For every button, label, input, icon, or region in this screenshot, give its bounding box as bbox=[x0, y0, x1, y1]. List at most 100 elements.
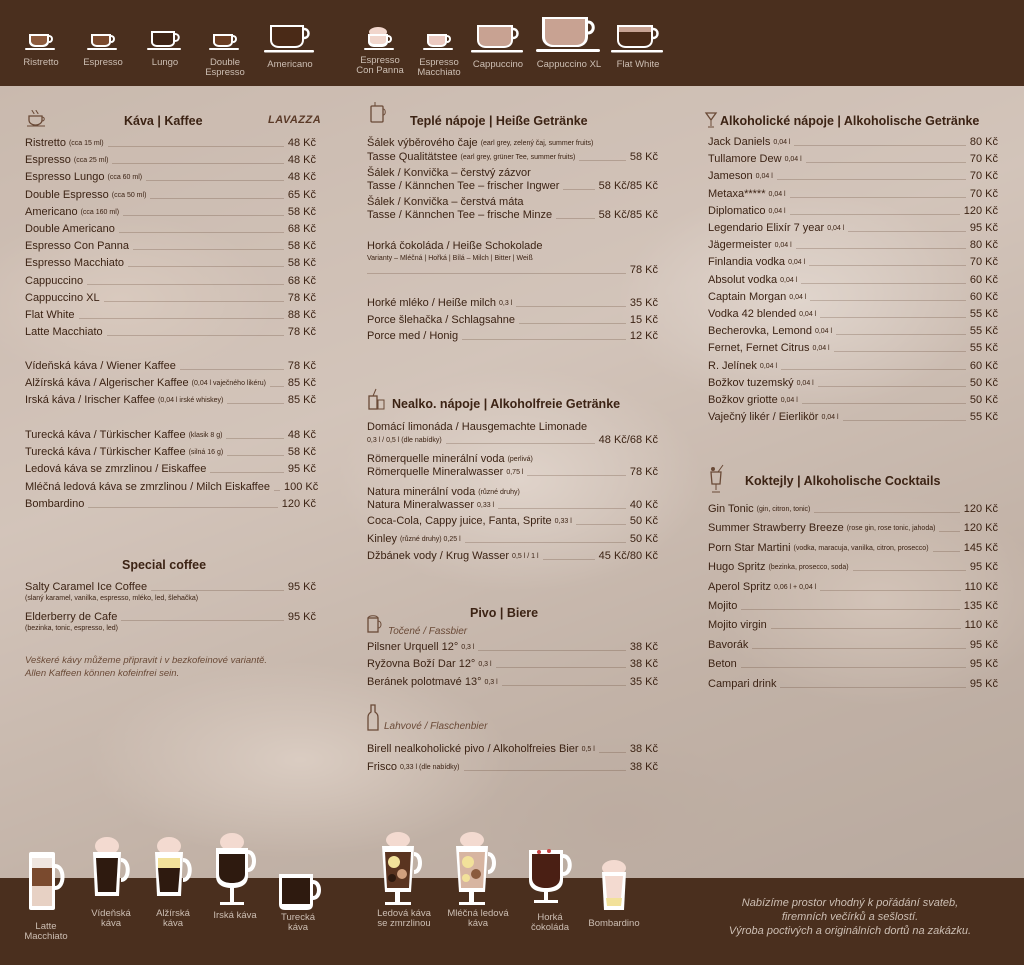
item-price: 120 Kč bbox=[963, 503, 998, 515]
bottle-label: Lahvové / Flaschenbier bbox=[384, 721, 488, 732]
item-note: 0,3 l / 0,5 l (dle nabídky) bbox=[367, 437, 442, 444]
beer-title: Pivo | Biere bbox=[470, 606, 539, 620]
list-item: Coca-Cola, Cappy juice, Fanta, Sprite 0,3… bbox=[367, 515, 658, 528]
list-item: Alžírská káva / Algerischer Kaffee (0,04 … bbox=[25, 377, 316, 390]
lemonade-icon bbox=[366, 388, 386, 415]
item-price: 65 Kč bbox=[287, 188, 316, 201]
bombardino-glass-icon bbox=[602, 860, 626, 910]
item-note: 0,04 l bbox=[768, 207, 786, 215]
ristretto-cup-icon bbox=[25, 34, 55, 50]
item-price: 15 Kč bbox=[629, 313, 658, 326]
list-item: Metaxa***** 0,04 l 70 Kč bbox=[708, 188, 998, 201]
item-note: 0,04 l bbox=[789, 293, 807, 301]
list-item: Horké mléko / Heiße milch 0,3 l 35 Kč bbox=[367, 297, 658, 310]
item-name: Irská káva / Irischer Kaffee bbox=[25, 394, 156, 407]
list-item: Ristretto (cca 15 ml) 48 Kč bbox=[25, 137, 316, 150]
item-note: 0,04 l bbox=[812, 345, 830, 353]
item-price: 50 Kč bbox=[969, 394, 998, 406]
list-item: Turecká káva / Türkischer Kaffee (klasik … bbox=[25, 429, 316, 442]
item-price: 78 Kč bbox=[287, 360, 316, 372]
item-note: 0,04 l bbox=[796, 379, 814, 387]
glass-viennese-coffee: Vídeňská káva bbox=[86, 836, 136, 929]
item-price: 60 Kč bbox=[969, 359, 998, 372]
draft-label: Točené / Fassbier bbox=[388, 626, 468, 637]
cappuccino-xl-cup-icon bbox=[536, 17, 600, 52]
coffee-section-title: Káva | Kaffee bbox=[124, 114, 203, 128]
list-item: Horká čokoláda / Heiße Schokolade bbox=[367, 240, 658, 253]
item-name: Mojito virgin bbox=[708, 619, 767, 632]
hot-drinks-title: Teplé nápoje | Heiße Getränke bbox=[410, 114, 588, 128]
decaf-note-cz: Veškeré kávy můžeme připravit i v bezkof… bbox=[25, 655, 268, 666]
list-item: Legendario Elixír 7 year 0,04 l 95 Kč bbox=[708, 222, 998, 235]
list-item: Becherovka, Lemond 0,04 l 55 Kč bbox=[708, 325, 998, 338]
cup-label: Espresso Con Panna bbox=[356, 55, 404, 76]
events-note-line: firemních večírků a sešlostí. bbox=[781, 911, 919, 923]
cup-label: Flat White bbox=[616, 59, 660, 70]
list-item: Salty Caramel Ice Coffee 95 Kč bbox=[25, 581, 316, 594]
alcohol-title: Alkoholické nápoje | Alkoholische Geträn… bbox=[720, 114, 980, 128]
item-note: 0,04 l bbox=[780, 276, 798, 284]
list-item: Cappuccino 68 Kč bbox=[25, 275, 316, 288]
cup-label: Double Espresso bbox=[205, 57, 245, 78]
events-note-line: Výroba poctivých a originálních dortů na… bbox=[728, 925, 972, 937]
item-price: 50 Kč bbox=[629, 515, 658, 527]
item-price: 48 Kč bbox=[287, 137, 316, 149]
list-item: Tullamore Dew 0,04 l 70 Kč bbox=[708, 153, 998, 166]
list-item: Absolut vodka 0,04 l 60 Kč bbox=[708, 274, 998, 287]
list-item: Cappuccino XL 78 Kč bbox=[25, 292, 316, 305]
item-note: 0,04 l bbox=[784, 156, 802, 164]
list-item: Vodka 42 blended 0,04 l 55 Kč bbox=[708, 308, 998, 321]
item-price: 88 Kč bbox=[287, 309, 316, 321]
item-note: (earl grey, grüner Tee, summer fruits) bbox=[460, 154, 576, 161]
cappuccino-cup-icon bbox=[471, 25, 523, 53]
item-name: Turecká káva / Türkischer Kaffee bbox=[25, 446, 186, 459]
item-name: Legendario Elixír 7 year bbox=[708, 222, 825, 234]
item-note: (vodka, maracuja, vanilka, citron, prose… bbox=[793, 544, 929, 552]
item-name: Ledová káva se zmrzlinou / Eiskaffee bbox=[25, 463, 207, 476]
item-note: 0,33 l bbox=[554, 518, 572, 525]
item-price: 120 Kč bbox=[281, 497, 316, 510]
item-note: 0,5 l bbox=[581, 746, 595, 753]
item-name: Jägermeister bbox=[708, 239, 772, 252]
item-price: 95 Kč bbox=[969, 677, 998, 690]
item-name: Latte Macchiato bbox=[25, 326, 103, 339]
list-item: Frisco 0,33 l (dle nabídky) 38 Kč bbox=[367, 761, 658, 774]
list-item: Espresso Con Panna 58 Kč bbox=[25, 240, 316, 253]
list-item: Porce med / Honig 12 Kč bbox=[367, 330, 658, 343]
item-price: 38 Kč bbox=[629, 641, 658, 653]
item-price: 58 Kč bbox=[287, 240, 316, 253]
item-price: 70 Kč bbox=[969, 170, 998, 183]
list-item: Flat White 88 Kč bbox=[25, 309, 316, 322]
item-price: 58 Kč bbox=[287, 205, 316, 218]
irish-coffee-glass-icon bbox=[216, 833, 256, 905]
item-price: 58 Kč/85 Kč bbox=[598, 209, 658, 221]
item-name: Tasse / Kännchen Tee – frischer Ingwer bbox=[367, 180, 560, 192]
item-name: Double Americano bbox=[25, 223, 115, 235]
list-item: Bombardino 120 Kč bbox=[25, 498, 316, 511]
item-price: 85 Kč bbox=[287, 377, 316, 390]
item-name: Alžírská káva / Algerischer Kaffee bbox=[25, 377, 189, 390]
list-item: Mléčná ledová káva se zmrzlinou / Milch … bbox=[25, 481, 318, 494]
glass-label: Irská káva bbox=[213, 910, 257, 921]
list-item: Šálek / Konvička – čerstvý zázvor bbox=[367, 167, 658, 180]
item-name: Božkov griotte bbox=[708, 394, 778, 406]
item-price: 35 Kč bbox=[629, 297, 658, 309]
espresso-con-panna-cup-icon bbox=[364, 27, 394, 50]
decaf-note-de: Allen Kaffeen können kofeinfrei sein. bbox=[25, 668, 180, 679]
item-price: 50 Kč bbox=[629, 532, 658, 545]
item-note: 0,33 l bbox=[476, 502, 495, 509]
item-name: Coca-Cola, Cappy juice, Fanta, Sprite bbox=[367, 515, 552, 527]
item-name: Ryžovna Boží Dar 12° bbox=[367, 658, 476, 671]
glass-milk-iced-coffee: Mléčná ledová káva bbox=[446, 830, 510, 929]
item-name: Frisco bbox=[367, 761, 397, 773]
item-price: 78 Kč bbox=[629, 264, 658, 276]
item-price: 95 Kč bbox=[969, 561, 998, 574]
list-item: Double Americano 68 Kč bbox=[25, 223, 316, 236]
item-price: 55 Kč bbox=[969, 325, 998, 338]
item-name: Beránek polotmavé 13° bbox=[367, 675, 482, 688]
cup-americano: Americano bbox=[260, 22, 320, 70]
beer-bottle-icon bbox=[366, 704, 380, 735]
item-price: 110 Kč bbox=[964, 619, 998, 632]
glass-label: Horká čokoláda bbox=[530, 912, 570, 933]
glass-algerian-coffee: Alžírská káva bbox=[148, 836, 198, 929]
